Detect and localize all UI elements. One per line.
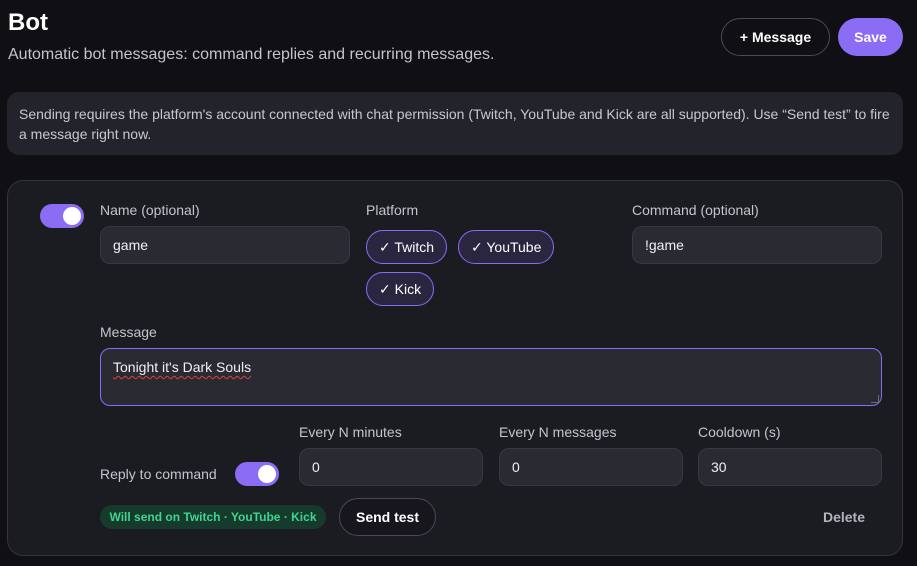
platform-chip-twitch[interactable]: ✓ Twitch (366, 230, 448, 264)
every-n-minutes-input[interactable]: 0 (299, 448, 483, 486)
resize-handle[interactable] (871, 395, 879, 403)
enabled-toggle[interactable] (40, 204, 84, 228)
save-button[interactable]: Save (838, 18, 903, 56)
info-notice: Sending requires the platform's account … (7, 92, 903, 155)
every-n-messages-input[interactable]: 0 (499, 448, 683, 486)
every-n-messages-label: Every N messages (499, 424, 617, 440)
toggle-knob (63, 207, 81, 225)
delete-button[interactable]: Delete (805, 498, 883, 536)
platform-chip-kick[interactable]: ✓ Kick (366, 272, 435, 306)
cooldown-label: Cooldown (s) (698, 424, 781, 440)
send-test-button[interactable]: Send test (339, 498, 436, 536)
page-title: Bot (8, 9, 48, 36)
message-label: Message (100, 324, 157, 340)
platform-label: Platform (366, 202, 419, 218)
command-label: Command (optional) (632, 202, 759, 218)
command-input[interactable]: !game (632, 226, 882, 264)
every-n-minutes-label: Every N minutes (299, 424, 402, 440)
page-subtitle: Automatic bot messages: command replies … (8, 46, 495, 63)
platforms-status-badge: Will send on Twitch · YouTube · Kick (100, 505, 326, 529)
cooldown-input[interactable]: 30 (698, 448, 882, 486)
add-message-button[interactable]: + Message (721, 18, 830, 56)
name-input[interactable]: game (100, 226, 350, 264)
reply-to-command-label: Reply to command (100, 466, 217, 482)
platform-chip-youtube[interactable]: ✓ YouTube (458, 230, 555, 264)
name-label: Name (optional) (100, 202, 200, 218)
toggle-knob (258, 465, 276, 483)
reply-to-command-toggle[interactable] (235, 462, 279, 486)
message-textarea[interactable]: Tonight it's Dark Souls (100, 348, 882, 406)
message-text: Tonight it's Dark Souls (113, 359, 252, 375)
